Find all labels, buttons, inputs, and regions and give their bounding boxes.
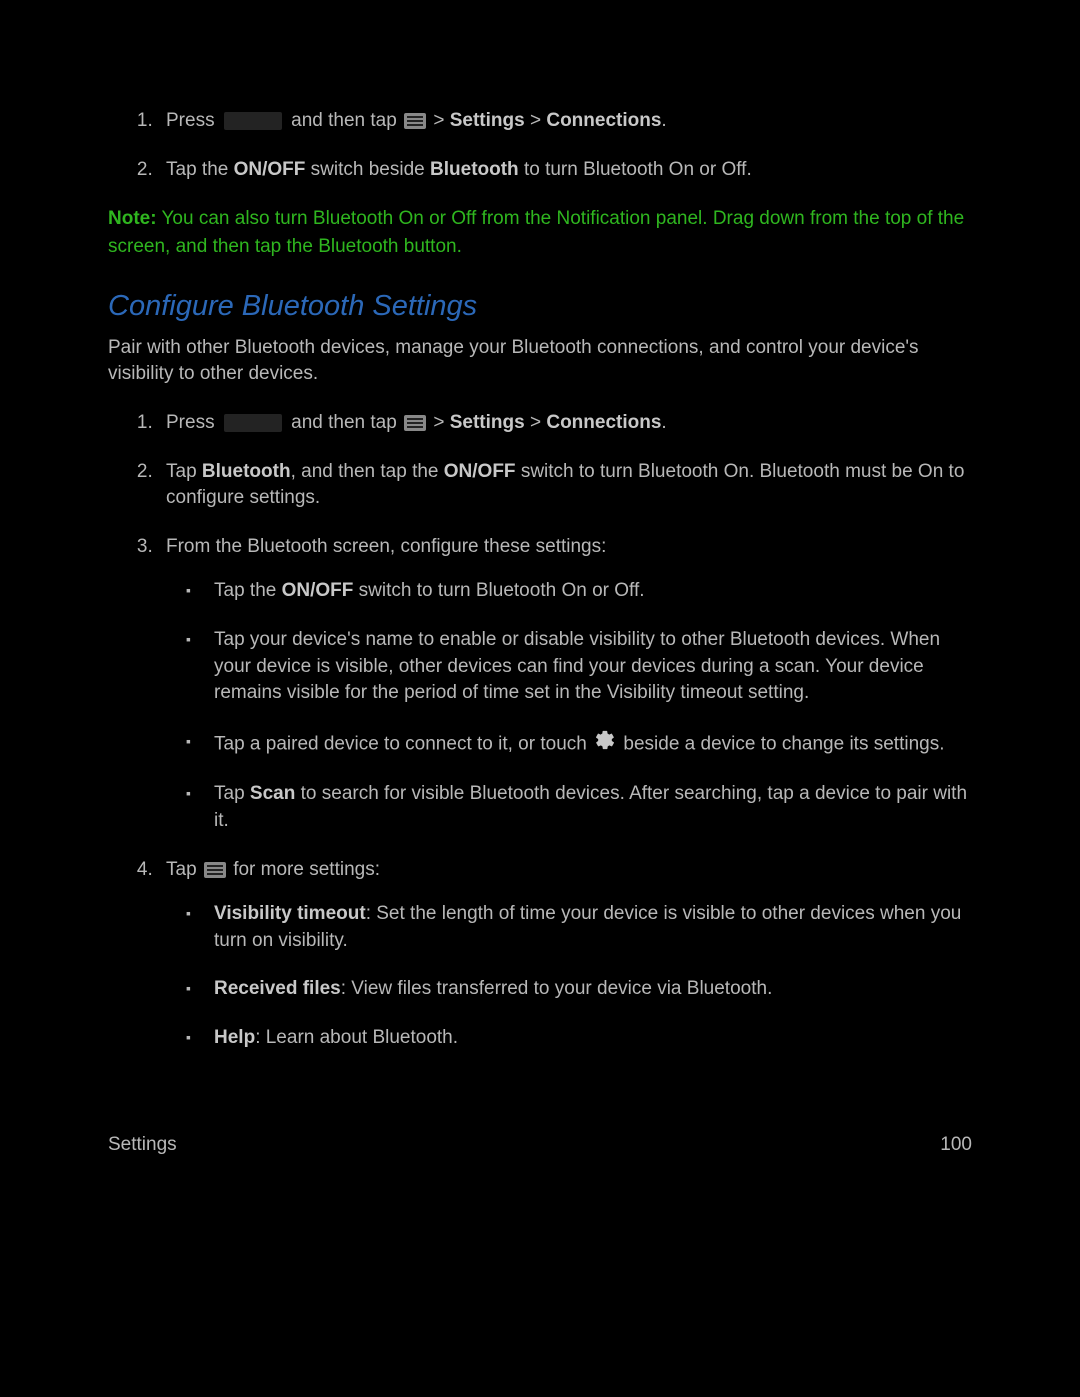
text-post: to turn Bluetooth On or Off. [519, 159, 752, 180]
menu-icon [404, 415, 426, 431]
text-pre: Tap [214, 783, 250, 804]
step-3-sub-4: Tap Scan to search for visible Bluetooth… [204, 781, 972, 834]
label: Received files [214, 978, 341, 999]
text-onoff: ON/OFF [444, 461, 516, 482]
footer-section: Settings [108, 1132, 177, 1159]
step-3-sub-2: Tap your device's name to enable or disa… [204, 627, 972, 707]
text-gt1: > [428, 412, 450, 433]
text-and-tap: and then tap [286, 412, 402, 433]
text-onoff: ON/OFF [234, 159, 306, 180]
note-paragraph: Note: You can also turn Bluetooth On or … [108, 205, 972, 260]
text-mid: switch beside [305, 159, 430, 180]
text-pre: Tap [166, 461, 202, 482]
footer-page-number: 100 [940, 1132, 972, 1159]
text-post: beside a device to change its settings. [618, 733, 944, 754]
text-period: . [661, 110, 666, 131]
text-pre: Tap the [166, 159, 234, 180]
step-3-sub-1: Tap the ON/OFF switch to turn Bluetooth … [204, 578, 972, 605]
step-4-sublist: Visibility timeout: Set the length of ti… [166, 901, 972, 1051]
note-text: You can also turn Bluetooth On or Off fr… [108, 208, 964, 257]
intro-paragraph: Pair with other Bluetooth devices, manag… [108, 335, 972, 388]
step-4-sub-2: Received files: View files transferred t… [204, 976, 972, 1003]
text-gt1: > [428, 110, 450, 131]
label: Help [214, 1027, 255, 1048]
text-bluetooth: Bluetooth [430, 159, 519, 180]
text-scan: Scan [250, 783, 295, 804]
text: : View files transferred to your device … [341, 978, 773, 999]
step-4-sub-1: Visibility timeout: Set the length of ti… [204, 901, 972, 954]
text-post: switch to turn Bluetooth On or Off. [353, 580, 644, 601]
text-post: for more settings: [228, 859, 380, 880]
text-bluetooth: Bluetooth [202, 461, 291, 482]
text-settings: Settings [450, 412, 525, 433]
text-pre: Tap the [214, 580, 282, 601]
text-post: to search for visible Bluetooth devices.… [214, 783, 967, 831]
step-3-sub-3: Tap a paired device to connect to it, or… [204, 729, 972, 760]
text-pre: Tap [166, 859, 202, 880]
text-gt2: > [525, 110, 547, 131]
label: Visibility timeout [214, 903, 366, 924]
top-step-1: Press and then tap > Settings > Connecti… [158, 108, 972, 135]
step-4-sub-3: Help: Learn about Bluetooth. [204, 1025, 972, 1052]
text: : Learn about Bluetooth. [255, 1027, 458, 1048]
text-press: Press [166, 110, 220, 131]
text-and-tap: and then tap [286, 110, 402, 131]
note-label: Note: [108, 208, 157, 229]
top-ordered-list: Press and then tap > Settings > Connecti… [108, 108, 972, 183]
gear-icon [594, 729, 616, 760]
step-3: From the Bluetooth screen, configure the… [158, 534, 972, 835]
text-gt2: > [525, 412, 547, 433]
section-heading: Configure Bluetooth Settings [108, 286, 972, 327]
page-footer: Settings 100 [108, 1132, 972, 1159]
text-connections: Connections [546, 110, 661, 131]
page-content: Press and then tap > Settings > Connecti… [0, 0, 1080, 1052]
step-3-text: From the Bluetooth screen, configure the… [166, 536, 606, 557]
text-connections: Connections [546, 412, 661, 433]
step-2: Tap Bluetooth, and then tap the ON/OFF s… [158, 459, 972, 512]
menu-icon [404, 113, 426, 129]
step-4: Tap for more settings: Visibility timeou… [158, 857, 972, 1052]
menu-icon [204, 862, 226, 878]
text-press: Press [166, 412, 220, 433]
text-onoff: ON/OFF [282, 580, 354, 601]
step-3-sublist: Tap the ON/OFF switch to turn Bluetooth … [166, 578, 972, 834]
text-period: . [661, 412, 666, 433]
top-step-2: Tap the ON/OFF switch beside Bluetooth t… [158, 157, 972, 184]
text-settings: Settings [450, 110, 525, 131]
text-pre: Tap a paired device to connect to it, or… [214, 733, 592, 754]
home-button-icon [224, 414, 282, 432]
main-ordered-list: Press and then tap > Settings > Connecti… [108, 410, 972, 1052]
text-mid: , and then tap the [291, 461, 444, 482]
home-button-icon [224, 112, 282, 130]
step-1: Press and then tap > Settings > Connecti… [158, 410, 972, 437]
